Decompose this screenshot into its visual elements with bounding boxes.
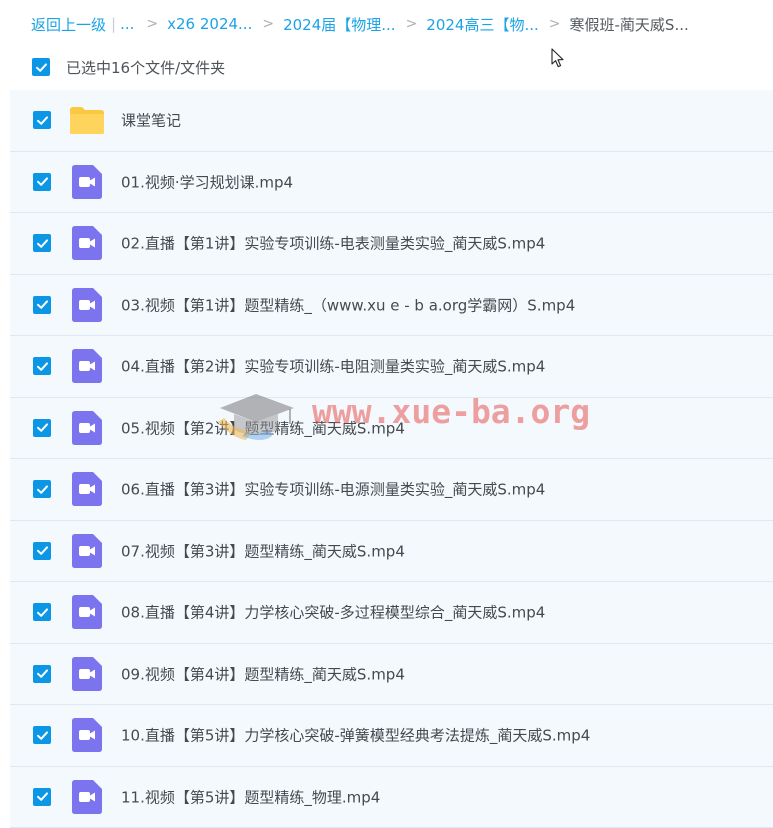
file-name[interactable]: 10.直播【第5讲】力学核心突破-弹簧模型经典考法提炼_蔺天威S.mp4	[121, 725, 590, 746]
row-checkbox[interactable]	[33, 664, 51, 683]
breadcrumb-divider: |	[111, 15, 117, 33]
mouse-cursor-icon	[551, 48, 564, 68]
row-checkbox[interactable]	[33, 787, 51, 806]
row-checkbox[interactable]	[33, 726, 51, 745]
row-checkbox[interactable]	[33, 172, 51, 191]
row-checkbox[interactable]	[33, 295, 51, 314]
file-row-video[interactable]: 03.视频【第1讲】题型精练_（www.xu e - b a.org学霸网）S.…	[10, 274, 773, 336]
checkmark-icon	[36, 362, 48, 371]
video-file-icon	[69, 779, 105, 814]
row-checkbox[interactable]	[33, 418, 51, 437]
breadcrumb-item[interactable]: 2024届【物理...	[283, 14, 395, 35]
file-name[interactable]: 课堂笔记	[121, 110, 181, 131]
breadcrumb-arrow: >	[405, 16, 418, 32]
file-row-video[interactable]: 01.视频·学习规划课.mp4	[10, 151, 773, 213]
file-row-folder[interactable]: 课堂笔记	[10, 90, 773, 152]
checkmark-icon	[36, 239, 48, 248]
file-name[interactable]: 04.直播【第2讲】实验专项训练-电阻测量类实验_蔺天威S.mp4	[121, 356, 545, 377]
selection-count-text: 已选中16个文件/文件夹	[66, 58, 226, 77]
checkmark-icon	[36, 546, 48, 556]
video-file-icon	[69, 287, 105, 322]
checkmark-icon	[36, 116, 48, 125]
file-row-video[interactable]: 08.直播【第4讲】力学核心突破-多过程模型综合_蔺天威S.mp4	[10, 582, 773, 644]
video-file-icon	[69, 410, 105, 445]
video-file-icon	[69, 595, 105, 630]
checkmark-icon	[36, 423, 48, 433]
breadcrumb-arrow: >	[548, 16, 561, 32]
video-file-icon	[69, 226, 105, 261]
file-row-video[interactable]: 06.直播【第3讲】实验专项训练-电源测量类实验_蔺天威S.mp4	[10, 459, 773, 521]
checkmark-icon	[36, 731, 48, 740]
file-row-video[interactable]: 07.视频【第3讲】题型精练_蔺天威S.mp4	[10, 520, 773, 582]
breadcrumb: 返回上一级 | ... > x26 2024... > 2024届【物理... …	[31, 12, 751, 36]
row-checkbox[interactable]	[33, 603, 51, 622]
folder-icon	[69, 103, 105, 137]
file-name[interactable]: 05.视频【第2讲】题型精练_蔺天威S.mp4	[121, 417, 405, 438]
breadcrumb-arrow: >	[146, 16, 159, 32]
checkmark-icon	[36, 485, 48, 494]
file-name[interactable]: 02.直播【第1讲】实验专项训练-电表测量类实验_蔺天威S.mp4	[121, 233, 545, 254]
file-row-video[interactable]: 05.视频【第2讲】题型精练_蔺天威S.mp4	[10, 397, 773, 459]
file-name[interactable]: 03.视频【第1讲】题型精练_（www.xu e - b a.org学霸网）S.…	[121, 294, 575, 315]
row-checkbox[interactable]	[33, 234, 51, 253]
file-row-video[interactable]: 10.直播【第5讲】力学核心突破-弹簧模型经典考法提炼_蔺天威S.mp4	[10, 705, 773, 767]
checkmark-icon	[36, 300, 48, 310]
row-checkbox[interactable]	[33, 111, 51, 130]
file-name[interactable]: 08.直播【第4讲】力学核心突破-多过程模型综合_蔺天威S.mp4	[121, 602, 545, 623]
video-file-icon	[69, 472, 105, 507]
checkmark-icon	[36, 177, 48, 187]
file-name[interactable]: 01.视频·学习规划课.mp4	[121, 171, 293, 192]
back-to-parent-link[interactable]: 返回上一级	[31, 14, 106, 35]
checkmark-icon	[36, 669, 48, 679]
file-name[interactable]: 09.视频【第4讲】题型精练_蔺天威S.mp4	[121, 663, 405, 684]
video-file-icon	[69, 533, 105, 568]
breadcrumb-item[interactable]: x26 2024...	[167, 15, 252, 33]
breadcrumb-item[interactable]: 2024高三【物...	[426, 14, 538, 35]
video-file-icon	[69, 718, 105, 753]
file-row-video[interactable]: 11.视频【第5讲】题型精练_物理.mp4	[10, 766, 773, 828]
checkmark-icon	[36, 608, 48, 617]
checkmark-icon	[35, 62, 47, 72]
video-file-icon	[69, 164, 105, 199]
video-file-icon	[69, 656, 105, 691]
file-name[interactable]: 11.视频【第5讲】题型精练_物理.mp4	[121, 786, 380, 807]
row-checkbox[interactable]	[33, 480, 51, 499]
file-name[interactable]: 07.视频【第3讲】题型精练_蔺天威S.mp4	[121, 540, 405, 561]
checkmark-icon	[36, 792, 48, 802]
row-checkbox[interactable]	[33, 541, 51, 560]
file-name[interactable]: 06.直播【第3讲】实验专项训练-电源测量类实验_蔺天威S.mp4	[121, 479, 545, 500]
selection-bar: 已选中16个文件/文件夹	[32, 56, 225, 78]
breadcrumb-more-link[interactable]: ...	[120, 15, 134, 33]
breadcrumb-current: 寒假班-蔺天威S...	[569, 15, 689, 34]
breadcrumb-arrow: >	[262, 16, 275, 32]
select-all-checkbox[interactable]	[32, 58, 50, 76]
file-row-video[interactable]: 09.视频【第4讲】题型精练_蔺天威S.mp4	[10, 643, 773, 705]
file-row-video[interactable]: 04.直播【第2讲】实验专项训练-电阻测量类实验_蔺天威S.mp4	[10, 336, 773, 398]
video-file-icon	[69, 349, 105, 384]
file-row-video[interactable]: 02.直播【第1讲】实验专项训练-电表测量类实验_蔺天威S.mp4	[10, 213, 773, 275]
row-checkbox[interactable]	[33, 357, 51, 376]
file-list: 课堂笔记 01.视频·学习规划课.mp4 02.直播【第1讲】实验专项训练-电表…	[10, 90, 773, 828]
